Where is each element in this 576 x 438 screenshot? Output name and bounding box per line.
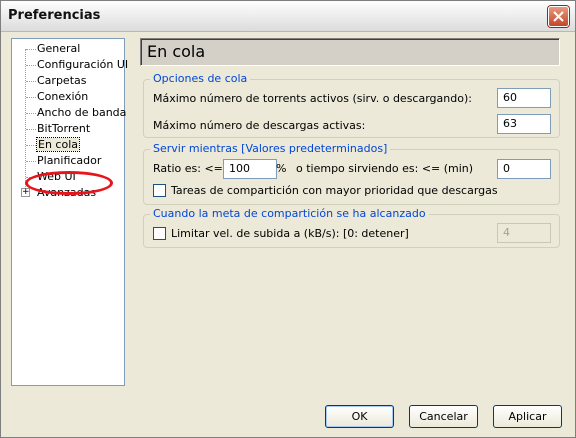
close-icon [553, 11, 564, 22]
expand-toggle[interactable]: + [21, 188, 30, 197]
preferences-window: Preferencias General Configuración UI Ca… [0, 0, 576, 438]
close-button[interactable] [548, 6, 569, 27]
tree-branch [26, 97, 36, 98]
nav-item-bittorrent[interactable]: BitTorrent [37, 121, 90, 136]
page-title: En cola [147, 42, 206, 61]
nav-item-connection[interactable]: Conexión [37, 89, 88, 104]
queue-options-group: Opciones de cola Máximo número de torren… [143, 72, 560, 138]
cancel-button[interactable]: Cancelar [409, 405, 478, 428]
limit-upload-checkbox[interactable] [153, 227, 166, 240]
annotation-circle [25, 171, 113, 195]
page-header: En cola [140, 38, 560, 66]
tree-branch [26, 81, 36, 82]
tree-line [25, 49, 26, 193]
max-downloads-input[interactable]: 63 [497, 114, 551, 134]
category-tree[interactable]: General Configuración UI Carpetas Conexi… [11, 38, 128, 386]
seed-time-label: o tiempo sirviendo es: <= (min) [296, 162, 474, 175]
priority-label: Tareas de compartición con mayor priorid… [171, 184, 498, 197]
tree-branch [26, 129, 36, 130]
apply-button[interactable]: Aplicar [493, 405, 562, 428]
nav-item-scheduler[interactable]: Planificador [37, 153, 101, 168]
max-downloads-label: Máximo número de descargas activas: [153, 119, 366, 132]
seeding-group-label: Servir mientras [Valores predeterminados… [150, 142, 391, 155]
queue-group-label: Opciones de cola [150, 72, 251, 85]
seed-time-input[interactable]: 0 [497, 159, 551, 179]
max-active-label: Máximo número de torrents activos (sirv.… [153, 92, 472, 105]
nav-item-folders[interactable]: Carpetas [37, 73, 86, 88]
tree-branch [26, 65, 36, 66]
tree-branch [26, 113, 36, 114]
window-title: Preferencias [8, 8, 101, 23]
nav-item-queue[interactable]: En cola [36, 137, 80, 152]
limit-upload-label: Limitar vel. de subida a (kB/s): [0: det… [171, 227, 409, 240]
ratio-input[interactable]: 100 [223, 159, 277, 179]
priority-checkbox[interactable] [153, 184, 166, 197]
nav-item-ui-settings[interactable]: Configuración UI [37, 57, 128, 72]
max-active-input[interactable]: 60 [497, 88, 551, 108]
title-bar[interactable]: Preferencias [1, 1, 575, 32]
ok-button[interactable]: OK [325, 405, 394, 428]
ratio-label: Ratio es: <= [153, 162, 223, 175]
goal-reached-group: Cuando la meta de compartición se ha alc… [143, 207, 560, 248]
tree-branch [26, 161, 36, 162]
goal-group-label: Cuando la meta de compartición se ha alc… [150, 207, 429, 220]
limit-upload-input[interactable]: 4 [497, 223, 551, 243]
tree-branch [26, 49, 36, 50]
tree-branch [26, 145, 36, 146]
nav-item-bandwidth[interactable]: Ancho de banda [37, 105, 126, 120]
seeding-group: Servir mientras [Valores predeterminados… [143, 142, 560, 205]
percent-label: % [276, 162, 287, 175]
nav-item-general[interactable]: General [37, 41, 80, 56]
